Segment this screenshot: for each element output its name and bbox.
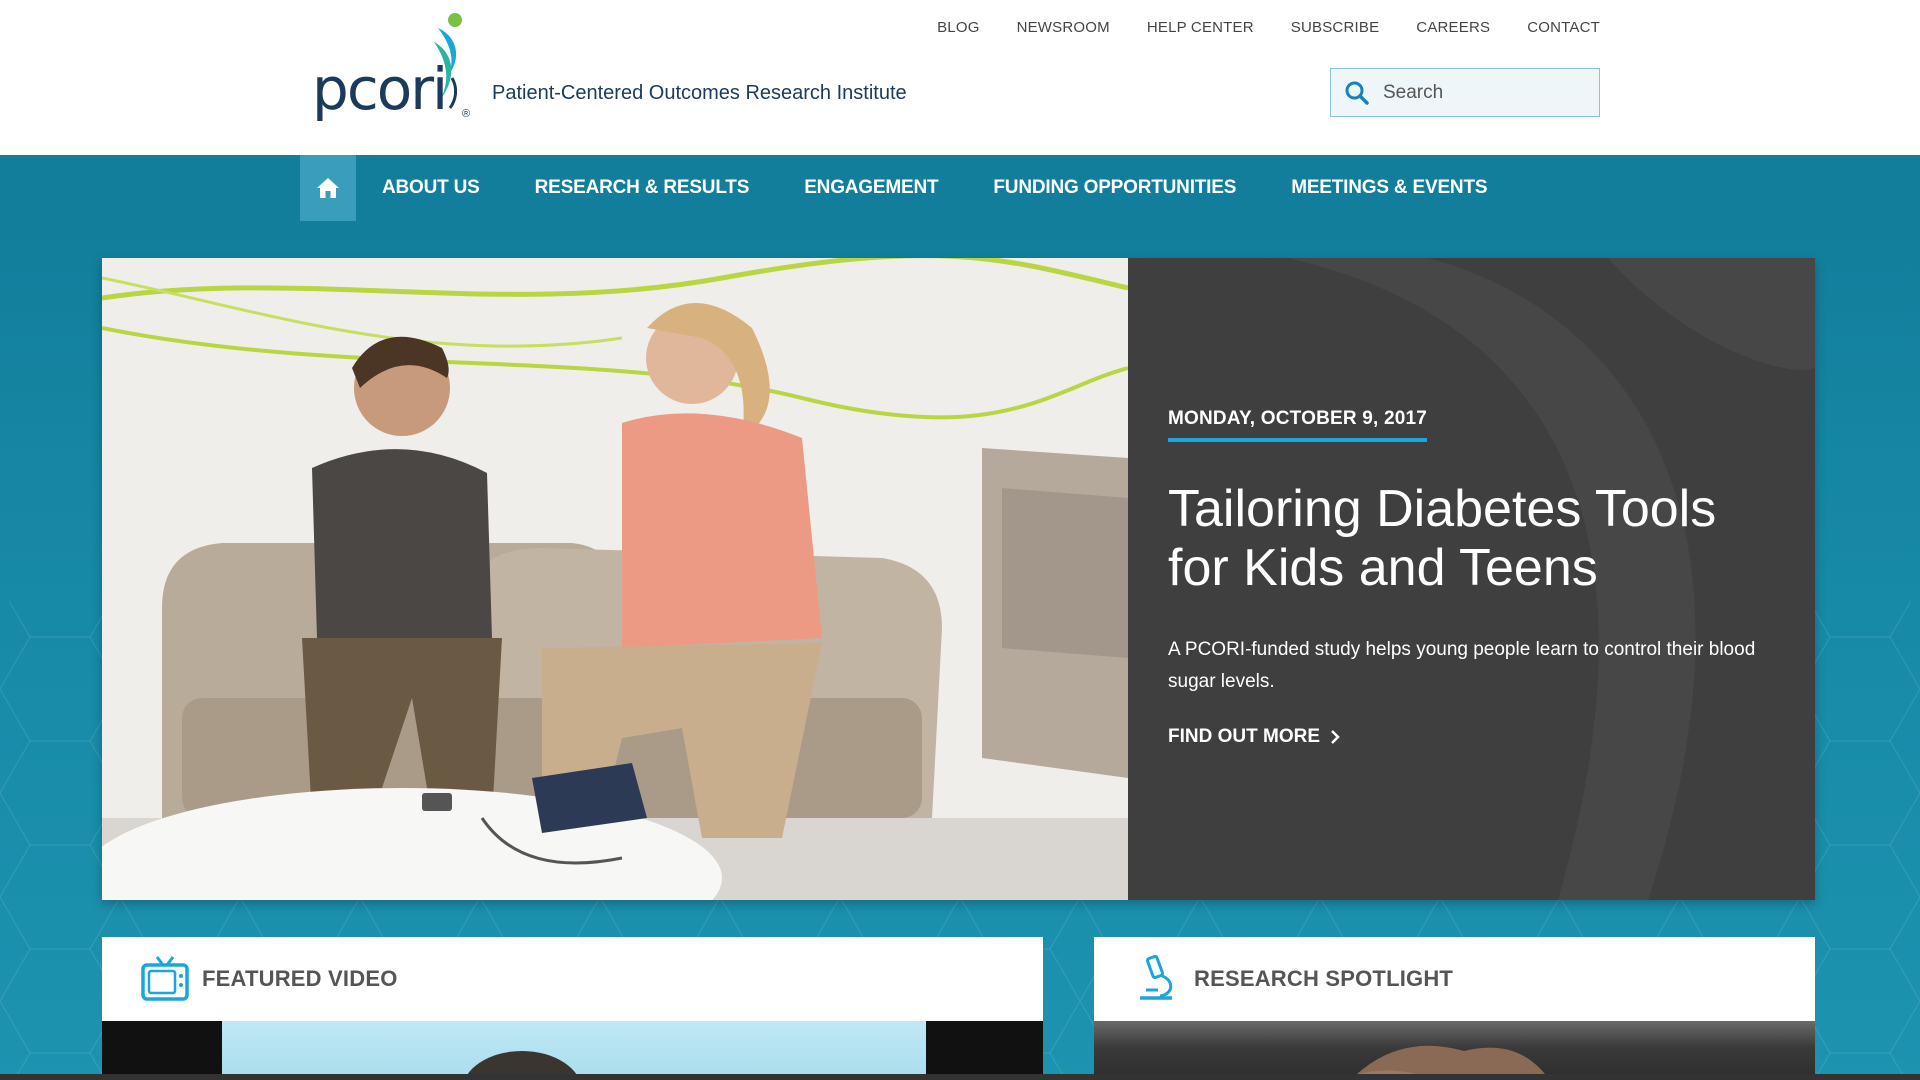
home-button[interactable] — [300, 155, 356, 221]
featured-video-player[interactable] — [102, 1021, 1043, 1080]
nav-item-engagement[interactable]: ENGAGEMENT — [804, 177, 938, 199]
nav-item-funding-opportunities[interactable]: FUNDING OPPORTUNITIES — [993, 177, 1236, 199]
hero-text-panel: MONDAY, OCTOBER 9, 2017 Tailoring Diabet… — [1128, 258, 1815, 900]
featured-video-header: FEATURED VIDEO — [102, 937, 1043, 1021]
nav-item-research-results[interactable]: RESEARCH & RESULTS — [535, 177, 750, 199]
hero-feature: MONDAY, OCTOBER 9, 2017 Tailoring Diabet… — [102, 258, 1815, 900]
video-thumbnail[interactable] — [222, 1021, 926, 1080]
util-link-help-center[interactable]: HELP CENTER — [1147, 19, 1254, 36]
main-nav-items: ABOUT US RESEARCH & RESULTS ENGAGEMENT F… — [382, 155, 1542, 221]
util-link-newsroom[interactable]: NEWSROOM — [1017, 19, 1110, 36]
hero-title[interactable]: Tailoring Diabetes Tools for Kids and Te… — [1168, 480, 1788, 598]
main-nav: ABOUT US RESEARCH & RESULTS ENGAGEMENT F… — [0, 155, 1920, 221]
featured-video-title: FEATURED VIDEO — [202, 966, 398, 991]
find-out-more-link[interactable]: FIND OUT MORE — [1168, 726, 1340, 748]
bottom-scroll-edge — [0, 1074, 1920, 1080]
search-icon[interactable] — [1344, 80, 1370, 106]
util-link-careers[interactable]: CAREERS — [1416, 19, 1490, 36]
hero-image[interactable] — [102, 258, 1128, 900]
research-spotlight-image[interactable] — [1094, 1021, 1815, 1080]
util-link-contact[interactable]: CONTACT — [1527, 19, 1600, 36]
logo-wordmark: pcori — [312, 55, 448, 123]
nav-item-meetings-events[interactable]: MEETINGS & EVENTS — [1291, 177, 1487, 199]
tv-icon — [141, 956, 189, 1001]
hero-date: MONDAY, OCTOBER 9, 2017 — [1168, 408, 1428, 442]
site-header: pcori ® Patient-Centered Outcomes Resear… — [0, 0, 1920, 155]
research-spotlight-title: RESEARCH SPOTLIGHT — [1194, 966, 1454, 991]
home-icon — [317, 178, 339, 198]
chevron-right-icon — [1331, 730, 1340, 744]
featured-video-card: FEATURED VIDEO — [102, 937, 1043, 1080]
research-spotlight-card: RESEARCH SPOTLIGHT — [1094, 937, 1815, 1080]
research-spotlight-header: RESEARCH SPOTLIGHT — [1094, 937, 1815, 1021]
search-box[interactable] — [1330, 68, 1600, 117]
logo-registered-mark: ® — [462, 108, 471, 120]
video-person-silhouette — [464, 1051, 580, 1080]
hero-description: A PCORI-funded study helps young people … — [1168, 639, 1756, 692]
research-photo-illustration — [1339, 1045, 1550, 1080]
microscope-icon — [1140, 954, 1173, 1000]
util-link-subscribe[interactable]: SUBSCRIBE — [1291, 19, 1380, 36]
util-link-blog[interactable]: BLOG — [937, 19, 979, 36]
utility-nav: BLOG NEWSROOM HELP CENTER SUBSCRIBE CARE… — [900, 19, 1600, 36]
pcori-logo[interactable]: pcori ® — [312, 8, 477, 133]
search-input[interactable] — [1383, 81, 1583, 104]
research-photo[interactable] — [1094, 1021, 1815, 1080]
find-out-more-label: FIND OUT MORE — [1168, 726, 1320, 747]
site-tagline: Patient-Centered Outcomes Research Insti… — [492, 82, 907, 104]
nav-item-about-us[interactable]: ABOUT US — [382, 177, 480, 199]
hero-photo-illustration — [102, 258, 1128, 900]
